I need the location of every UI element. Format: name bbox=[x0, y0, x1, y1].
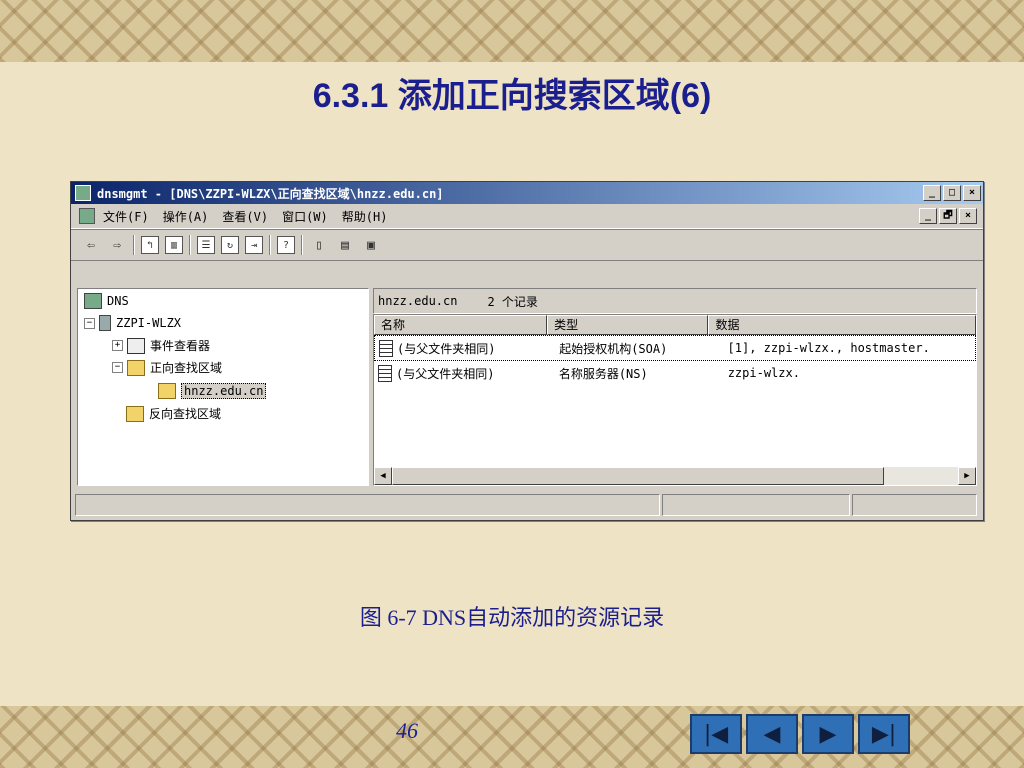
properties-icon[interactable]: ☰ bbox=[197, 236, 215, 254]
help-icon[interactable]: ? bbox=[277, 236, 295, 254]
menu-view[interactable]: 查看(V) bbox=[222, 208, 268, 225]
export-list-icon[interactable]: ⇥ bbox=[245, 236, 263, 254]
scroll-right-icon[interactable]: ▶ bbox=[958, 467, 976, 485]
mdi-close-button[interactable]: × bbox=[959, 208, 977, 224]
menu-bar: 文件(F) 操作(A) 查看(V) 窗口(W) 帮助(H) _ 🗗 × bbox=[71, 204, 983, 229]
next-icon: ▶ bbox=[819, 721, 837, 747]
zone-name-label: hnzz.edu.cn bbox=[378, 294, 458, 308]
show-hide-tree-icon[interactable]: ▥ bbox=[165, 236, 183, 254]
scroll-thumb[interactable] bbox=[392, 467, 884, 485]
new-record-icon[interactable]: ▯ bbox=[309, 235, 329, 255]
column-headers: 名称 类型 数据 bbox=[374, 315, 976, 335]
mdi-restore-button[interactable]: 🗗 bbox=[939, 208, 957, 224]
tree-node-reverse-zone[interactable]: 反向查找区域 bbox=[126, 405, 221, 422]
expand-icon[interactable]: + bbox=[112, 340, 123, 351]
page-number: 46 bbox=[396, 718, 418, 743]
collapse-icon[interactable]: − bbox=[112, 362, 123, 373]
result-pane: hnzz.edu.cn 2 个记录 名称 类型 数据 (与父文件夹相同) 起始授… bbox=[373, 288, 977, 486]
previous-slide-button[interactable]: ◀ bbox=[746, 714, 798, 754]
back-icon[interactable]: ⇦ bbox=[81, 235, 101, 255]
folder-icon bbox=[126, 405, 144, 422]
dns-management-window: dnsmgmt - [DNS\ZZPI-WLZX\正向查找区域\hnzz.edu… bbox=[70, 181, 984, 521]
record-icon bbox=[378, 364, 392, 382]
menu-help[interactable]: 帮助(H) bbox=[342, 208, 388, 225]
mdi-controls: _ 🗗 × bbox=[919, 208, 979, 224]
tree-node-server[interactable]: − ZZPI-WLZX bbox=[84, 315, 181, 331]
first-icon: |◀ bbox=[703, 721, 729, 747]
folder-icon bbox=[127, 359, 145, 376]
column-data[interactable]: 数据 bbox=[708, 315, 976, 335]
maximize-button[interactable]: □ bbox=[943, 185, 961, 201]
menu-window[interactable]: 窗口(W) bbox=[282, 208, 328, 225]
menu-file[interactable]: 文件(F) bbox=[103, 208, 149, 225]
figure-caption: 图 6-7 DNS自动添加的资源记录 bbox=[359, 605, 665, 630]
toolbar-separator bbox=[189, 235, 191, 255]
last-slide-button[interactable]: ▶| bbox=[858, 714, 910, 754]
zone-icon bbox=[158, 383, 176, 399]
tree-node-forward-zone[interactable]: − 正向查找区域 bbox=[112, 359, 222, 376]
mmc-icon bbox=[79, 208, 95, 224]
status-section bbox=[75, 494, 661, 516]
decorative-border-top bbox=[0, 0, 1024, 62]
table-row[interactable]: (与父文件夹相同) 名称服务器(NS) zzpi-wlzx. bbox=[374, 361, 976, 385]
forward-icon[interactable]: ⇨ bbox=[107, 235, 127, 255]
collapse-icon[interactable]: − bbox=[84, 317, 95, 329]
close-button[interactable]: × bbox=[963, 185, 981, 201]
toolbar: ⇦ ⇨ ↰ ▥ ☰ ↻ ⇥ ? ▯ ▤ ▣ bbox=[71, 229, 983, 261]
minimize-button[interactable]: _ bbox=[923, 185, 941, 201]
first-slide-button[interactable]: |◀ bbox=[690, 714, 742, 754]
horizontal-scrollbar[interactable]: ◀ ▶ bbox=[374, 467, 976, 485]
column-type[interactable]: 类型 bbox=[547, 315, 709, 335]
server-icon bbox=[99, 315, 111, 331]
window-title: dnsmgmt - [DNS\ZZPI-WLZX\正向查找区域\hnzz.edu… bbox=[97, 186, 444, 201]
toolbar-separator bbox=[133, 235, 135, 255]
status-section bbox=[662, 494, 850, 516]
last-icon: ▶| bbox=[871, 721, 897, 747]
status-bar bbox=[75, 494, 979, 516]
new-host-icon[interactable]: ▤ bbox=[335, 235, 355, 255]
menu-action[interactable]: 操作(A) bbox=[163, 208, 209, 225]
table-row[interactable]: (与父文件夹相同) 起始授权机构(SOA) [1], zzpi-wlzx., h… bbox=[374, 335, 976, 361]
previous-icon: ◀ bbox=[763, 721, 781, 747]
window-titlebar[interactable]: dnsmgmt - [DNS\ZZPI-WLZX\正向查找区域\hnzz.edu… bbox=[71, 182, 983, 204]
result-pane-header: hnzz.edu.cn 2 个记录 bbox=[373, 288, 977, 314]
slide-title: 6.3.1 添加正向搜索区域(6) bbox=[312, 77, 712, 115]
new-alias-icon[interactable]: ▣ bbox=[361, 235, 381, 255]
toolbar-separator bbox=[301, 235, 303, 255]
event-viewer-icon bbox=[127, 337, 145, 354]
record-count: 2 个记录 bbox=[487, 294, 538, 309]
status-section bbox=[851, 494, 978, 516]
mdi-minimize-button[interactable]: _ bbox=[919, 208, 937, 224]
record-icon bbox=[379, 339, 393, 357]
dns-icon bbox=[84, 293, 102, 309]
column-name[interactable]: 名称 bbox=[374, 315, 548, 335]
console-tree: DNS − ZZPI-WLZX + 事件查看器 − 正向查找区域 hnzz.ed… bbox=[77, 288, 369, 486]
scroll-left-icon[interactable]: ◀ bbox=[374, 467, 392, 485]
next-slide-button[interactable]: ▶ bbox=[802, 714, 854, 754]
refresh-icon[interactable]: ↻ bbox=[221, 236, 239, 254]
tree-node-dns[interactable]: DNS bbox=[84, 293, 129, 309]
tree-node-zone-hnzz[interactable]: hnzz.edu.cn bbox=[158, 383, 267, 399]
toolbar-separator bbox=[269, 235, 271, 255]
up-level-icon[interactable]: ↰ bbox=[141, 236, 159, 254]
record-list: 名称 类型 数据 (与父文件夹相同) 起始授权机构(SOA) [1], zzpi… bbox=[373, 314, 977, 486]
dns-app-icon bbox=[75, 185, 91, 201]
tree-node-event-viewer[interactable]: + 事件查看器 bbox=[112, 337, 210, 354]
